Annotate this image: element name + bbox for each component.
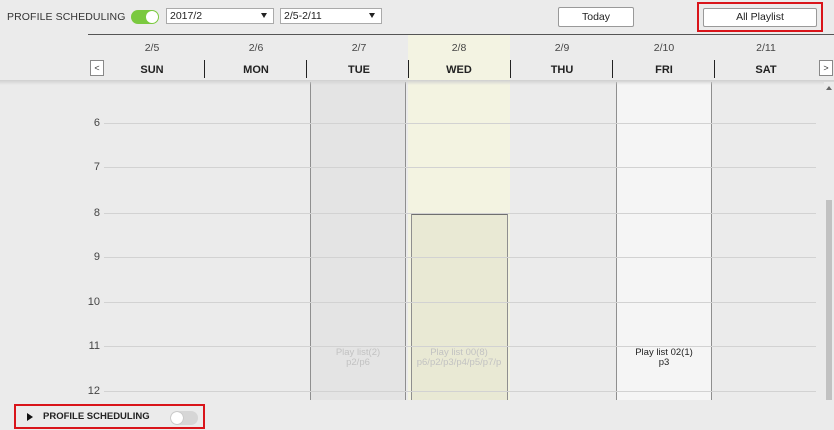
event-items: p6/p2/p3/p4/p5/p7/p — [416, 357, 502, 368]
today-button[interactable]: Today — [558, 7, 634, 27]
bottom-profile-scheduling-highlight — [14, 404, 205, 429]
day-date: 2/5 — [144, 42, 160, 54]
hour-gridline — [104, 123, 816, 124]
day-header-fri[interactable]: 2/10 FRI — [612, 34, 716, 82]
next-week-button[interactable]: > — [819, 60, 833, 76]
toggle-knob — [146, 11, 158, 23]
hour-gridline — [104, 346, 816, 347]
day-separator — [714, 60, 715, 78]
scroll-up-icon[interactable] — [826, 86, 832, 90]
hour-gridline — [104, 213, 816, 214]
hour-label: 9 — [93, 251, 100, 263]
month-select-value: 2017/2 — [170, 10, 203, 22]
hour-label: 10 — [87, 296, 100, 308]
profile-scheduling-label: PROFILE SCHEDULING — [7, 11, 126, 23]
wed-event-label[interactable]: Play list 00(8) p6/p2/p3/p4/p5/p7/p — [408, 348, 510, 368]
tue-event-label[interactable]: Play list(2) p2/p6 — [310, 348, 406, 368]
chevron-down-icon — [369, 13, 375, 18]
week-select[interactable]: 2/5-2/11 — [280, 8, 382, 24]
all-playlist-highlight — [697, 2, 823, 32]
day-separator — [510, 60, 511, 78]
day-header-mon[interactable]: 2/6 MON — [204, 34, 308, 82]
chevron-right-icon: > — [823, 63, 829, 73]
day-name: SAT — [755, 64, 777, 76]
day-date: 2/10 — [653, 42, 675, 54]
hour-gridline — [104, 391, 816, 392]
scroll-thumb[interactable] — [826, 200, 832, 420]
day-header-sun[interactable]: 2/5 SUN — [100, 34, 204, 82]
day-name: FRI — [655, 64, 673, 76]
day-separator — [612, 60, 613, 78]
calendar-grid[interactable]: 6 7 8 9 10 11 12 Play list(2) p2/p6 Play… — [0, 82, 834, 400]
day-date: 2/8 — [451, 42, 467, 54]
day-date: 2/11 — [756, 42, 776, 54]
today-button-label: Today — [581, 11, 611, 23]
fri-event-label[interactable]: Play list 02(1) p3 — [616, 348, 712, 368]
event-items: p3 — [658, 357, 670, 368]
hour-gridline — [104, 167, 816, 168]
day-name: TUE — [348, 64, 370, 76]
wed-event-block[interactable] — [411, 213, 508, 400]
hour-label: 11 — [88, 340, 100, 352]
toolbar: PROFILE SCHEDULING 2017/2 2/5-2/11 Today… — [0, 0, 834, 34]
profile-scheduling-toggle[interactable] — [131, 10, 159, 24]
hour-label: 7 — [93, 161, 100, 173]
day-name: MON — [243, 64, 269, 76]
day-separator — [204, 60, 205, 78]
day-date: 2/7 — [351, 42, 367, 54]
day-header-sat[interactable]: 2/11 SAT — [716, 34, 816, 82]
hour-label: 8 — [93, 207, 100, 219]
hour-label: 12 — [87, 385, 100, 397]
hour-gridline — [104, 302, 816, 303]
day-header-thu[interactable]: 2/9 THU — [510, 34, 614, 82]
day-date: 2/9 — [554, 42, 570, 54]
day-separator — [408, 60, 409, 78]
day-name: WED — [446, 64, 472, 76]
header-shadow — [0, 80, 834, 85]
day-separator — [306, 60, 307, 78]
day-date: 2/6 — [248, 42, 264, 54]
event-items: p2/p6 — [346, 357, 370, 368]
hour-label: 6 — [93, 117, 100, 129]
month-select[interactable]: 2017/2 — [166, 8, 274, 24]
day-header-wed[interactable]: 2/8 WED — [408, 34, 510, 82]
chevron-left-icon: < — [94, 63, 100, 73]
chevron-down-icon — [261, 13, 267, 18]
day-name: SUN — [140, 64, 164, 76]
day-name: THU — [550, 64, 574, 76]
scrollbar[interactable] — [824, 82, 834, 430]
day-header-tue[interactable]: 2/7 TUE — [308, 34, 410, 82]
week-select-value: 2/5-2/11 — [284, 10, 322, 22]
hour-gridline — [104, 257, 816, 258]
